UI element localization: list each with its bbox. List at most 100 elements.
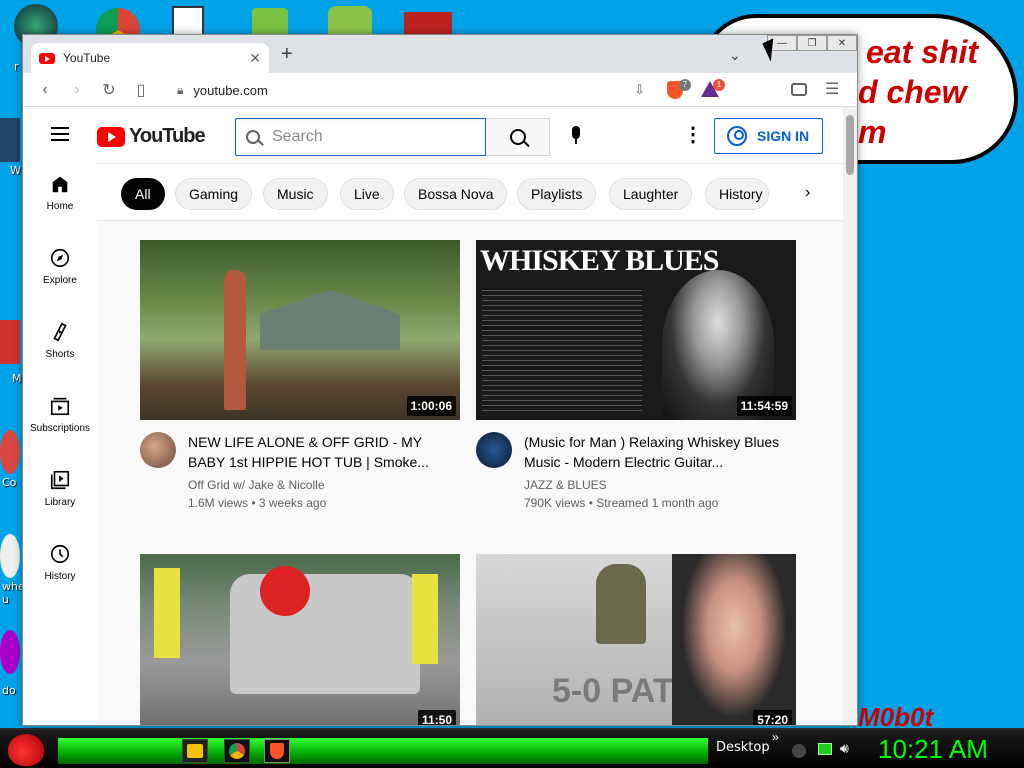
video-thumbnail[interactable]: WHISKEY BLUES 11:54:59: [476, 240, 796, 420]
library-icon: [49, 469, 71, 491]
forward-button[interactable]: ›: [67, 81, 87, 99]
address-bar[interactable]: 🔒︎ youtube.com ⇩: [163, 77, 659, 103]
brave-shields-badge: 7: [679, 79, 691, 91]
speech-line-1: eat shit: [866, 34, 979, 70]
shorts-icon: [49, 321, 71, 343]
system-clock[interactable]: 10:21 AM: [878, 734, 988, 765]
chip-history[interactable]: History: [705, 178, 769, 210]
video-meta: NEW LIFE ALONE & OFF GRID - MY BABY 1st …: [140, 432, 460, 522]
video-title[interactable]: (Music for Man ) Relaxing Whiskey Blues …: [524, 432, 786, 472]
tab-youtube[interactable]: YouTube ✕: [31, 43, 269, 73]
youtube-page: YouTube ⋮ SIGN IN Home: [23, 107, 843, 725]
browser-toolbar: ‹ › ↻ ▯ 🔒︎ youtube.com ⇩ 7 1 ☰: [23, 73, 857, 107]
desktop-icon-6[interactable]: [0, 630, 20, 674]
search-input[interactable]: [272, 128, 472, 146]
desktop-icon-5[interactable]: [0, 534, 20, 578]
brave-rewards-badge: 1: [713, 79, 725, 91]
chip-gaming[interactable]: Gaming: [175, 178, 253, 210]
wallet-icon[interactable]: [791, 83, 807, 96]
browser-menu-icon[interactable]: ☰: [825, 79, 839, 99]
sidebar-item-label: Library: [44, 497, 76, 508]
desktop-icon-label: W: [10, 164, 21, 177]
desktop-icon-label: whe u: [2, 580, 25, 606]
restore-button[interactable]: ❐: [797, 35, 827, 51]
video-duration: 11:50: [417, 710, 456, 725]
channel-name[interactable]: Off Grid w/ Jake & Nicolle: [188, 478, 325, 492]
youtube-logo[interactable]: YouTube: [97, 125, 206, 148]
history-icon: [49, 543, 71, 565]
video-duration: 57:20: [753, 710, 792, 725]
taskbar-app-files[interactable]: [182, 739, 208, 763]
window-controls: — ❐ ✕: [767, 35, 857, 51]
sidebar-item-shorts[interactable]: Shorts: [23, 311, 97, 381]
folder-icon: [187, 744, 203, 758]
home-icon: [49, 173, 71, 195]
chip-playlists[interactable]: Playlists: [517, 178, 597, 210]
microphone-icon[interactable]: [570, 126, 582, 144]
desktop-icon-3[interactable]: [0, 320, 20, 364]
youtube-header: YouTube ⋮ SIGN IN: [23, 107, 843, 163]
start-button[interactable]: [4, 732, 48, 768]
sidebar-item-home[interactable]: Home: [23, 163, 97, 233]
sidebar-item-label: Home: [46, 201, 74, 212]
reload-button[interactable]: ↻: [99, 80, 119, 100]
sidebar-item-explore[interactable]: Explore: [23, 237, 97, 307]
sidebar-item-label: History: [44, 571, 76, 582]
hamburger-menu-icon[interactable]: [51, 127, 69, 141]
search-button-icon: [509, 129, 526, 145]
video-stats: 790K views • Streamed 1 month ago: [524, 496, 719, 510]
chevron-double-right-icon[interactable]: »: [772, 730, 779, 744]
chevron-right-icon[interactable]: ›: [805, 184, 810, 202]
chip-laughter[interactable]: Laughter: [609, 178, 693, 210]
search-box[interactable]: [235, 118, 486, 156]
desktop-icon-label: Co: [2, 476, 17, 489]
video-card[interactable]: 11:50: [140, 554, 460, 725]
volume-icon[interactable]: 🔊︎: [840, 740, 849, 757]
sidebar-item-label: Subscriptions: [29, 423, 91, 434]
sign-in-button[interactable]: SIGN IN: [714, 118, 823, 154]
close-window-button[interactable]: ✕: [827, 35, 857, 51]
desktop-toolbar-label[interactable]: Desktop: [716, 740, 770, 755]
youtube-sidebar: Home Explore Shorts Subscriptions Librar…: [23, 163, 97, 725]
desktop-icon-label: M: [12, 372, 22, 385]
network-icon[interactable]: [818, 743, 832, 755]
channel-name[interactable]: JAZZ & BLUES: [524, 478, 607, 492]
language-icon[interactable]: [792, 744, 806, 758]
taskbar-app-chrome[interactable]: [224, 739, 250, 763]
tab-search-chevron-icon[interactable]: ⌄: [729, 47, 741, 64]
sidebar-item-library[interactable]: Library: [23, 459, 97, 529]
video-thumbnail[interactable]: 1:00:06: [140, 240, 460, 420]
video-card[interactable]: 1:00:06 NEW LIFE ALONE & OFF GRID - MY B…: [140, 240, 460, 522]
search-icon: [246, 130, 260, 144]
video-card[interactable]: WHISKEY BLUES 11:54:59 (Music for Man ) …: [476, 240, 796, 522]
avatar[interactable]: [476, 432, 512, 468]
search-button[interactable]: [486, 118, 550, 156]
page-scrollbar[interactable]: [843, 107, 857, 725]
chrome-icon: [229, 743, 245, 759]
youtube-play-logo-icon: [97, 126, 125, 147]
video-thumbnail[interactable]: 11:50: [140, 554, 460, 725]
chip-live[interactable]: Live: [340, 178, 394, 210]
chip-bossa-nova[interactable]: Bossa Nova: [404, 178, 508, 210]
taskbar-band: [58, 738, 708, 764]
video-title[interactable]: NEW LIFE ALONE & OFF GRID - MY BABY 1st …: [188, 432, 450, 472]
chip-music[interactable]: Music: [263, 178, 328, 210]
sidebar-item-subscriptions[interactable]: Subscriptions: [23, 385, 97, 455]
new-tab-button[interactable]: +: [281, 43, 293, 66]
chip-all[interactable]: All: [121, 178, 165, 210]
download-icon[interactable]: ⇩: [634, 82, 645, 98]
youtube-favicon-icon: [39, 52, 55, 64]
close-tab-icon[interactable]: ✕: [249, 50, 261, 67]
back-button[interactable]: ‹: [35, 81, 55, 99]
desktop-icon-4[interactable]: [0, 430, 20, 474]
scrollbar-thumb[interactable]: [846, 115, 854, 175]
taskbar-app-brave[interactable]: [264, 739, 290, 763]
desktop-icon-2[interactable]: [0, 118, 20, 162]
bookmark-button[interactable]: ▯: [131, 80, 151, 100]
video-card[interactable]: 5-0 PAT 57:20: [476, 554, 796, 725]
avatar[interactable]: [140, 432, 176, 468]
speech-line-2: d chew: [858, 74, 967, 110]
video-thumbnail[interactable]: 5-0 PAT 57:20: [476, 554, 796, 725]
sidebar-item-history[interactable]: History: [23, 533, 97, 603]
settings-kebab-icon[interactable]: ⋮: [683, 125, 703, 145]
